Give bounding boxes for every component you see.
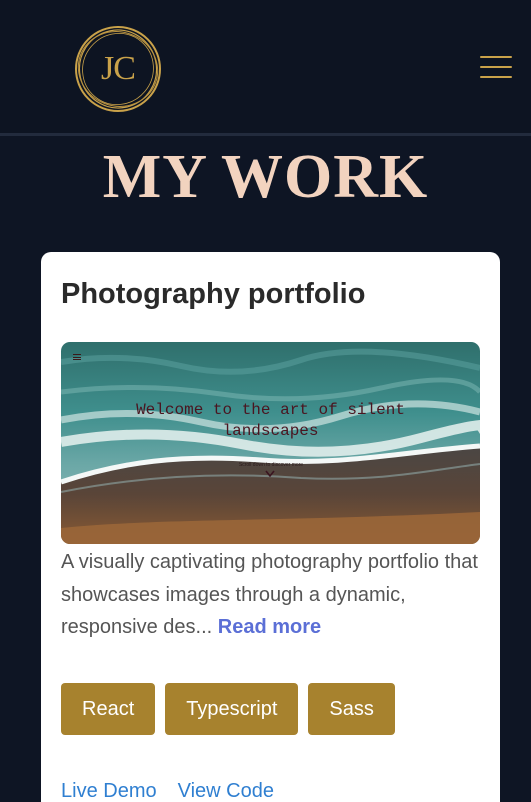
project-title: Photography portfolio [61,278,366,310]
project-links: Live Demo View Code [61,780,274,802]
project-preview-image[interactable]: Welcome to the art of silent landscapes … [61,342,480,544]
preview-subtitle: Scroll down to discover more [238,462,304,468]
tag-react: React [61,683,156,735]
logo[interactable]: JC [72,24,164,114]
tech-tags: React Typescript Sass [61,683,395,735]
live-demo-link[interactable]: Live Demo [61,780,157,802]
project-description: A visually captivating photography portf… [61,546,481,644]
top-nav-bar: JC [0,0,531,136]
tag-typescript: Typescript [165,683,299,735]
view-code-link[interactable]: View Code [178,780,274,802]
project-card: Photography portfolio Welcome to the art… [41,252,500,802]
menu-line [480,66,512,68]
tag-sass: Sass [308,683,395,735]
menu-line [480,76,512,78]
section-title: MY WORK [102,143,429,211]
chevron-down-icon [265,470,275,478]
preview-hamburger-icon [73,354,81,360]
preview-heading: Welcome to the art of silent landscapes [136,401,405,440]
ocean-shore-image [61,342,480,544]
hamburger-icon[interactable] [478,52,514,82]
read-more-link[interactable]: Read more [218,616,321,638]
menu-line [480,56,512,58]
logo-text: JC [101,50,136,87]
